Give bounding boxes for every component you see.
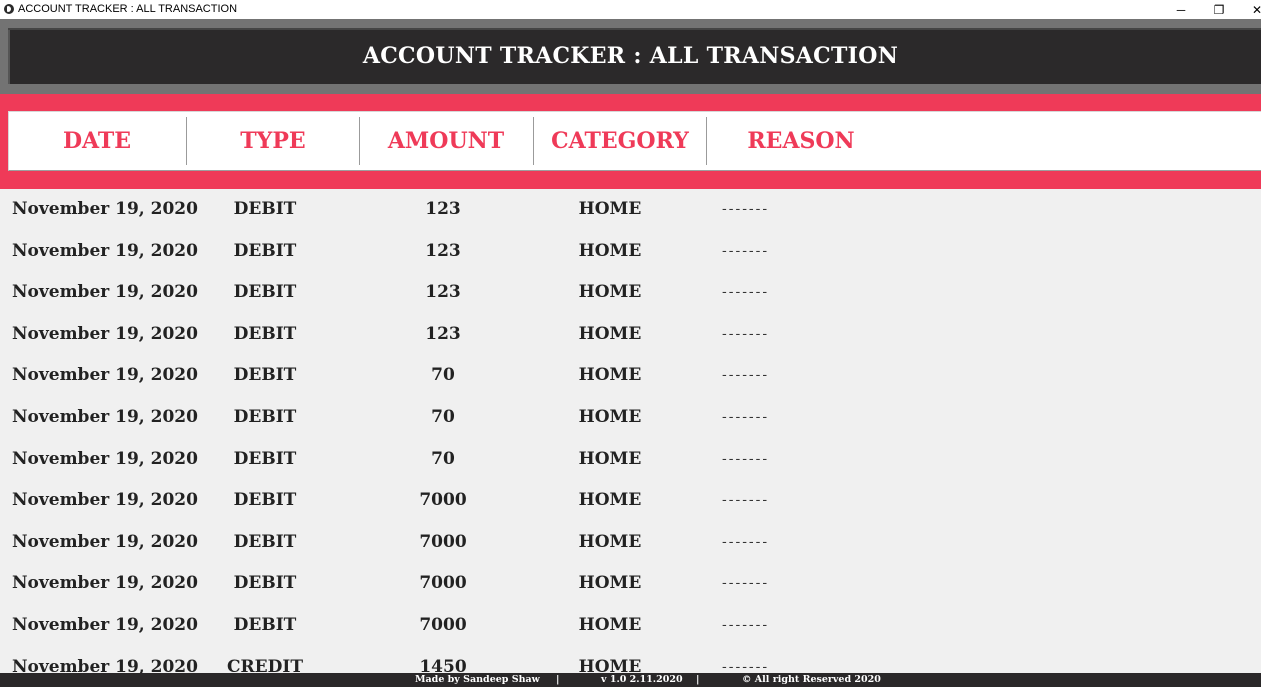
cell-category: HOME [578,365,642,386]
cell-amount: 123 [425,240,461,261]
table-row: November 19, 2020 CREDIT 1450 HOME ------- [0,647,1261,673]
table-row: November 19, 2020 DEBIT 7000 HOME ------- [0,605,1261,647]
restore-button[interactable]: ❐ [1204,0,1234,19]
cell-type: DEBIT [233,240,297,261]
table-row: November 19, 2020 DEBIT 70 HOME ------- [0,397,1261,439]
cell-amount: 7000 [419,573,467,594]
table-row: November 19, 2020 DEBIT 123 HOME ------- [0,189,1261,231]
window-titlebar: ACCOUNT TRACKER : ALL TRANSACTION ─ ❐ ✕ [0,0,1261,19]
cell-category: HOME [578,615,642,635]
cell-reason: ------- [722,450,770,467]
window-title: ACCOUNT TRACKER : ALL TRANSACTION [18,3,238,15]
cell-type: DEBIT [233,573,297,594]
column-header-category: CATEGORY [551,128,689,154]
table-row: November 19, 2020 DEBIT 123 HOME ------- [0,314,1261,356]
cell-type: CREDIT [227,656,303,673]
cell-amount: 123 [425,282,461,303]
table-row: November 19, 2020 DEBIT 7000 HOME ------- [0,480,1261,522]
column-header-type: TYPE [240,128,306,154]
cell-date: November 19, 2020 [12,199,198,219]
cell-category: HOME [578,531,642,552]
cell-date: November 19, 2020 [12,323,198,344]
footer-copyright: © All right Reserved 2020 [742,674,881,685]
cell-reason: ------- [722,325,770,342]
cell-date: November 19, 2020 [12,490,198,511]
cell-category: HOME [578,448,642,469]
cell-date: November 19, 2020 [12,615,198,635]
cell-type: DEBIT [233,531,297,552]
cell-type: DEBIT [233,365,297,386]
cell-reason: ------- [722,617,770,633]
cell-category: HOME [578,490,642,511]
table-row: November 19, 2020 DEBIT 123 HOME ------- [0,231,1261,273]
footer-separator: | [556,674,560,685]
cell-reason: ------- [722,658,770,673]
cell-reason: ------- [722,409,770,425]
cell-reason: ------- [722,201,770,217]
cell-type: DEBIT [233,407,297,427]
cell-reason: ------- [722,284,770,301]
cell-category: HOME [578,656,642,673]
cell-amount: 7000 [419,490,467,511]
cell-category: HOME [578,573,642,594]
cell-reason: ------- [722,242,770,259]
cell-category: HOME [578,199,642,219]
cell-reason: ------- [722,367,770,384]
cell-amount: 70 [431,365,455,386]
cell-category: HOME [578,323,642,344]
cell-date: November 19, 2020 [12,282,198,303]
cell-amount: 70 [431,407,455,427]
column-header-amount: AMOUNT [387,128,505,154]
cell-amount: 70 [431,448,455,469]
cell-amount: 7000 [419,615,467,635]
cell-amount: 123 [425,323,461,344]
table-row: November 19, 2020 DEBIT 70 HOME ------- [0,355,1261,397]
cell-reason: ------- [722,575,770,592]
cell-type: DEBIT [233,199,297,219]
table-row: November 19, 2020 DEBIT 70 HOME ------- [0,439,1261,481]
cell-date: November 19, 2020 [12,573,198,594]
cell-amount: 7000 [419,531,467,552]
minimize-button[interactable]: ─ [1166,0,1196,19]
app-banner: ACCOUNT TRACKER : ALL TRANSACTION [8,28,1261,84]
cell-type: DEBIT [233,490,297,511]
cell-type: DEBIT [233,323,297,344]
cell-date: November 19, 2020 [12,365,198,386]
footer-author: Made by Sandeep Shaw [415,674,540,685]
cell-type: DEBIT [233,615,297,635]
cell-date: November 19, 2020 [12,656,198,673]
close-button[interactable]: ✕ [1242,0,1261,19]
column-header-date: DATE [62,128,132,154]
banner-title: ACCOUNT TRACKER : ALL TRANSACTION [362,43,899,69]
app-icon [4,4,14,14]
cell-amount: 1450 [419,656,467,673]
table-row: November 19, 2020 DEBIT 123 HOME ------- [0,272,1261,314]
table-row: November 19, 2020 DEBIT 7000 HOME ------- [0,563,1261,605]
transaction-list[interactable]: November 19, 2020 DEBIT 123 HOME ------- Nove… [0,189,1261,673]
cell-category: HOME [578,240,642,261]
cell-date: November 19, 2020 [12,240,198,261]
footer-version: v 1.0 2.11.2020 [601,674,683,685]
cell-date: November 19, 2020 [12,531,198,552]
cell-category: HOME [578,282,642,303]
table-row: November 19, 2020 DEBIT 7000 HOME ------- [0,522,1261,564]
cell-category: HOME [578,407,642,427]
cell-date: November 19, 2020 [12,448,198,469]
column-header-reason: REASON [747,128,855,154]
footer: Made by Sandeep Shaw | v 1.0 2.11.2020 |… [0,673,1261,687]
cell-type: DEBIT [233,448,297,469]
footer-separator: | [696,674,700,685]
cell-amount: 123 [425,199,461,219]
cell-type: DEBIT [233,282,297,303]
cell-reason: ------- [722,492,770,509]
table-header: DATE TYPE AMOUNT CATEGORY REASON [8,111,1261,171]
cell-date: November 19, 2020 [12,407,198,427]
cell-reason: ------- [722,533,770,550]
